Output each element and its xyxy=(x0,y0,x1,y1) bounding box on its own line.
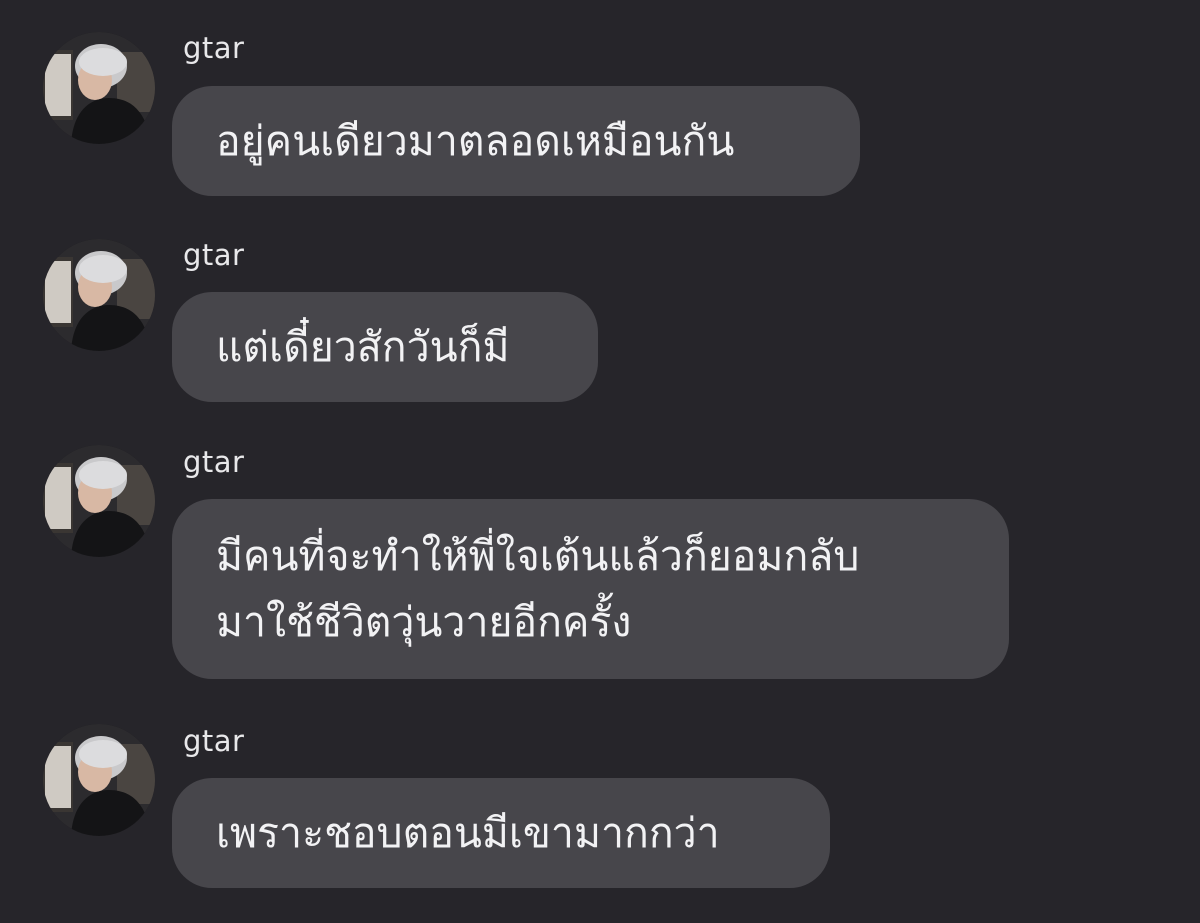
profile-photo-icon xyxy=(43,724,155,836)
message-bubble[interactable]: เพราะชอบตอนมีเขามากกว่า xyxy=(172,778,830,888)
sender-name: gtar xyxy=(183,238,245,272)
avatar[interactable] xyxy=(43,445,155,557)
avatar[interactable] xyxy=(43,724,155,836)
avatar[interactable] xyxy=(43,239,155,351)
message-bubble[interactable]: แต่เดี๋ยวสักวันก็มี xyxy=(172,292,598,402)
sender-name: gtar xyxy=(183,31,245,65)
avatar[interactable] xyxy=(43,32,155,144)
message-bubble[interactable]: มีคนที่จะทำให้พี่ใจเต้นแล้วก็ยอมกลับ มาใ… xyxy=(172,499,1009,679)
profile-photo-icon xyxy=(43,32,155,144)
chat-thread: gtar อยู่คนเดียวมาตลอดเหมือนกัน gtar แต่… xyxy=(0,0,1200,923)
profile-photo-icon xyxy=(43,445,155,557)
sender-name: gtar xyxy=(183,445,245,479)
message-bubble[interactable]: อยู่คนเดียวมาตลอดเหมือนกัน xyxy=(172,86,860,196)
sender-name: gtar xyxy=(183,724,245,758)
profile-photo-icon xyxy=(43,239,155,351)
